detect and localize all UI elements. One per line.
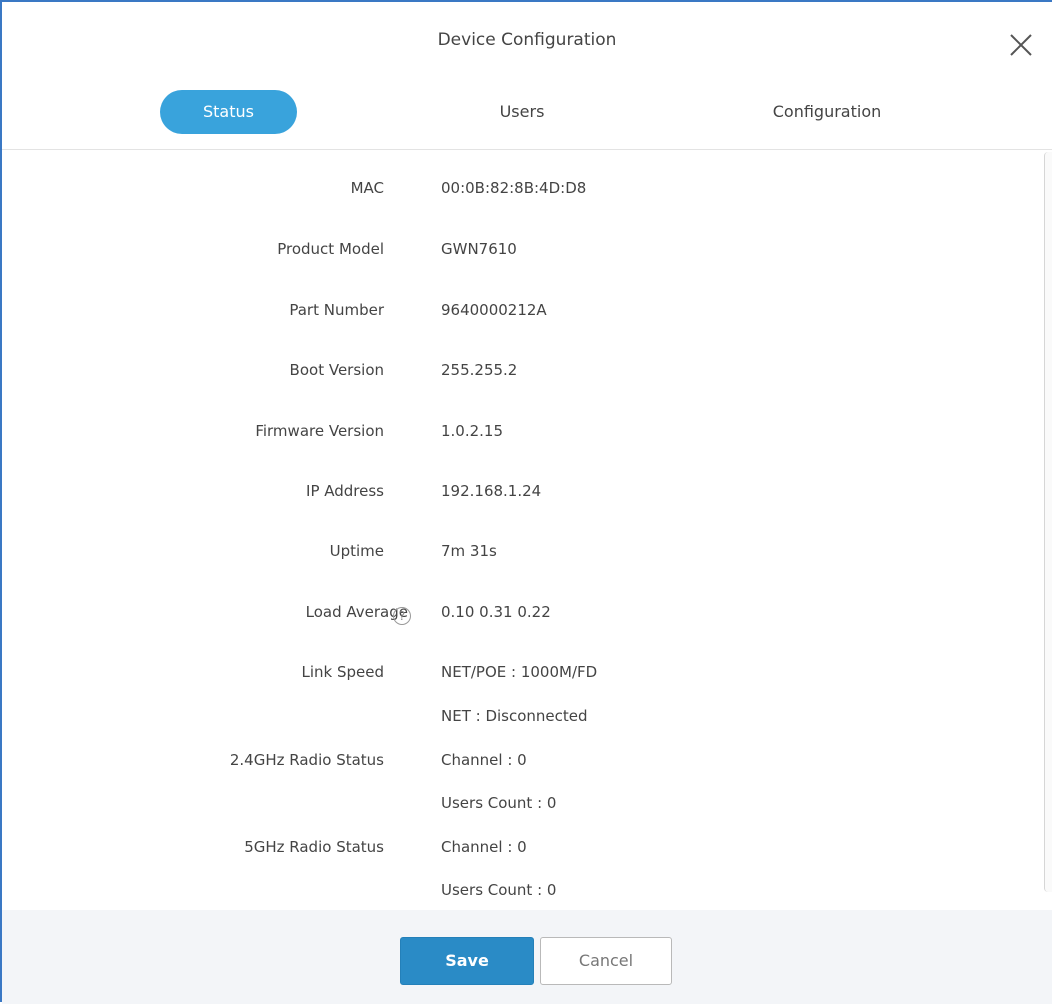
- status-row-firmware-version: Firmware Version 1.0.2.15: [2, 421, 1052, 441]
- radio-5-value-1: Channel : 0: [441, 838, 527, 856]
- radio-24-value-1: Channel : 0: [441, 751, 527, 769]
- mac-label: MAC: [350, 179, 384, 197]
- dialog-title: Device Configuration: [437, 30, 617, 50]
- status-row-radio-5-2: Users Count : 0: [2, 880, 1052, 900]
- cancel-button[interactable]: Cancel: [540, 937, 672, 985]
- load-average-label: Load Average: [305, 603, 408, 621]
- uptime-label: Uptime: [329, 542, 384, 560]
- link-speed-label: Link Speed: [301, 663, 384, 681]
- product-model-label: Product Model: [277, 240, 384, 258]
- status-row-boot-version: Boot Version 255.255.2: [2, 360, 1052, 380]
- part-number-value: 9640000212A: [441, 301, 547, 319]
- save-button[interactable]: Save: [400, 937, 534, 985]
- firmware-version-label: Firmware Version: [255, 422, 384, 440]
- tab-bar: Status Users Configuration: [2, 90, 1052, 134]
- status-row-radio-24-2: Users Count : 0: [2, 793, 1052, 813]
- status-row-part-number: Part Number 9640000212A: [2, 300, 1052, 320]
- mac-value: 00:0B:82:8B:4D:D8: [441, 179, 587, 197]
- status-row-mac: MAC 00:0B:82:8B:4D:D8: [2, 178, 1052, 198]
- tab-status[interactable]: Status: [160, 90, 297, 134]
- boot-version-value: 255.255.2: [441, 361, 518, 379]
- radio-24-label: 2.4GHz Radio Status: [229, 751, 384, 769]
- status-row-link-speed-2: NET : Disconnected: [2, 706, 1052, 726]
- radio-24-value-2: Users Count : 0: [441, 794, 557, 812]
- close-icon[interactable]: [1008, 32, 1034, 58]
- status-panel: MAC 00:0B:82:8B:4D:D8 Product Model GWN7…: [2, 150, 1052, 742]
- link-speed-value-2: NET : Disconnected: [441, 707, 588, 725]
- vertical-scrollbar[interactable]: [1044, 152, 1052, 892]
- ip-address-label: IP Address: [306, 482, 384, 500]
- uptime-value: 7m 31s: [441, 542, 497, 560]
- ip-address-value: 192.168.1.24: [441, 482, 542, 500]
- status-row-link-speed: Link Speed NET/POE : 1000M/FD: [2, 662, 1052, 682]
- help-icon[interactable]: ?: [387, 603, 411, 625]
- status-row-load-average: Load Average ? 0.10 0.31 0.22: [2, 602, 1052, 625]
- tab-users[interactable]: Users: [472, 90, 572, 134]
- status-row-ip-address: IP Address 192.168.1.24: [2, 481, 1052, 501]
- status-row-product-model: Product Model GWN7610: [2, 239, 1052, 259]
- help-icon-glyph: ?: [393, 607, 411, 625]
- product-model-value: GWN7610: [441, 240, 517, 258]
- boot-version-label: Boot Version: [289, 361, 384, 379]
- status-row-radio-5: 5GHz Radio Status Channel : 0: [2, 837, 1052, 857]
- link-speed-value-1: NET/POE : 1000M/FD: [441, 663, 598, 681]
- status-row-uptime: Uptime 7m 31s: [2, 541, 1052, 561]
- device-configuration-dialog: Device Configuration Status Users Config…: [0, 0, 1052, 1004]
- radio-5-label: 5GHz Radio Status: [244, 838, 384, 856]
- tab-configuration[interactable]: Configuration: [747, 90, 907, 134]
- status-row-radio-24: 2.4GHz Radio Status Channel : 0: [2, 750, 1052, 770]
- part-number-label: Part Number: [289, 301, 384, 319]
- load-average-value: 0.10 0.31 0.22: [441, 603, 551, 621]
- radio-5-value-2: Users Count : 0: [441, 881, 557, 899]
- firmware-version-value: 1.0.2.15: [441, 422, 504, 440]
